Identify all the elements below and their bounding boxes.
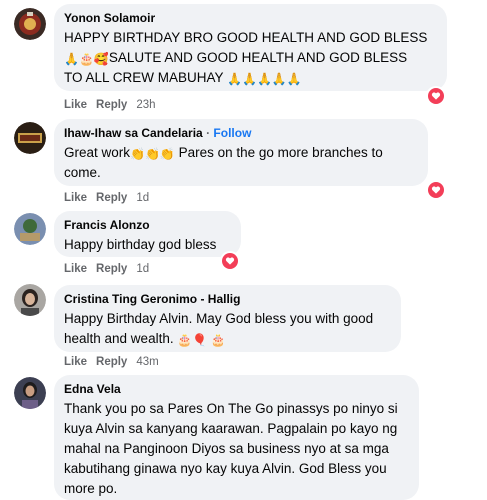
comment-line-text: Pares on the go more branches to [174,145,383,160]
emoji-group: 🎂🎈 🎂 [177,333,226,347]
comment-line-text: Great work [64,145,131,160]
heart-icon [428,182,444,198]
comment-author[interactable]: Ihaw-Ihaw sa Candelaria [64,126,203,140]
avatar[interactable] [14,122,46,154]
avatar[interactable] [14,213,46,245]
comment-line: mahal na Panginoon Diyos sa business nyo… [64,441,389,456]
reaction-badge[interactable] [428,182,444,198]
comment-line: kabutihang ginawa nyo kay kuya Alvin. Go… [64,461,387,476]
comment-line: more po. [64,481,118,496]
comment-line: kuya Alvin sa kanyang kaarawan. Pagpalai… [64,421,398,436]
comment-text: Happy birthday god bless [64,235,231,255]
emoji-group: 👏👏👏 [130,147,175,161]
comment-actions: Like Reply 1d [64,190,158,206]
comment-line: Great work👏👏👏 Pares on the go more branc… [64,143,418,163]
like-button[interactable]: Like [64,99,87,111]
reaction-badge[interactable] [428,88,444,104]
comment-author[interactable]: Cristina Ting Geronimo - Hallig [64,291,391,307]
emoji-group: 🙏🙏🙏🙏🙏 [227,72,302,86]
like-button[interactable]: Like [64,263,87,275]
comment-text: Thank you po sa Pares On The Go pinassys… [64,399,409,499]
reply-button[interactable]: Reply [96,192,127,204]
avatar[interactable] [14,284,46,316]
avatar[interactable] [14,377,46,409]
comment-text: HAPPY BIRTHDAY BRO GOOD HEALTH AND GOD B… [64,28,437,88]
timestamp[interactable]: 23h [136,99,155,111]
comment-line: TO ALL CREW MABUHAY 🙏🙏🙏🙏🙏 [64,68,437,88]
comment-bubble: Edna Vela Thank you po sa Pares On The G… [54,375,419,500]
comment-actions: Like Reply 23h [64,97,165,113]
comment-line: come. [64,165,101,180]
reply-button[interactable]: Reply [96,99,127,111]
timestamp[interactable]: 1d [136,263,149,275]
comment-actions: Like Reply 1d [64,261,158,277]
comment-author-row: Ihaw-Ihaw sa Candelaria · Follow [64,125,418,141]
comment-line-text: SALUTE AND GOOD HEALTH AND GOD BLESS [108,50,408,65]
comment-line: Thank you po sa Pares On The Go pinassys… [64,401,398,416]
heart-icon [428,88,444,104]
comment-actions: Like Reply 43m [64,354,168,370]
comment-line: 🙏🎂🥰SALUTE AND GOOD HEALTH AND GOD BLESS [64,48,437,68]
like-button[interactable]: Like [64,192,87,204]
reply-button[interactable]: Reply [96,356,127,368]
reaction-badge[interactable] [222,253,238,269]
comment-line: health and wealth. 🎂🎈 🎂 [64,329,391,349]
comment-line-text: TO ALL CREW MABUHAY [64,70,224,85]
comment-line: HAPPY BIRTHDAY BRO GOOD HEALTH AND GOD B… [64,30,428,45]
timestamp[interactable]: 1d [136,192,149,204]
comment-line: Happy birthday god bless [64,237,217,252]
comment-line: Happy Birthday Alvin. May God bless you … [64,311,374,326]
comment-author[interactable]: Yonon Solamoir [64,10,437,26]
comment-line-text: health and wealth. [64,331,174,346]
like-button[interactable]: Like [64,356,87,368]
separator-dot: · [206,126,211,140]
comment-author[interactable]: Francis Alonzo [64,217,231,233]
comment-text: Happy Birthday Alvin. May God bless you … [64,309,391,349]
comment-bubble: Ihaw-Ihaw sa Candelaria · Follow Great w… [54,119,428,186]
comment-bubble: Yonon Solamoir HAPPY BIRTHDAY BRO GOOD H… [54,4,447,91]
timestamp[interactable]: 43m [136,356,158,368]
follow-button[interactable]: Follow [213,126,251,140]
reply-button[interactable]: Reply [96,263,127,275]
comment-bubble: Cristina Ting Geronimo - Hallig Happy Bi… [54,285,401,352]
heart-icon [222,253,238,269]
comment-author[interactable]: Edna Vela [64,381,409,397]
comment-bubble: Francis Alonzo Happy birthday god bless [54,211,241,257]
comment-text: Great work👏👏👏 Pares on the go more branc… [64,143,418,183]
avatar[interactable] [14,8,46,40]
emoji-group: 🙏🎂🥰 [64,52,109,66]
